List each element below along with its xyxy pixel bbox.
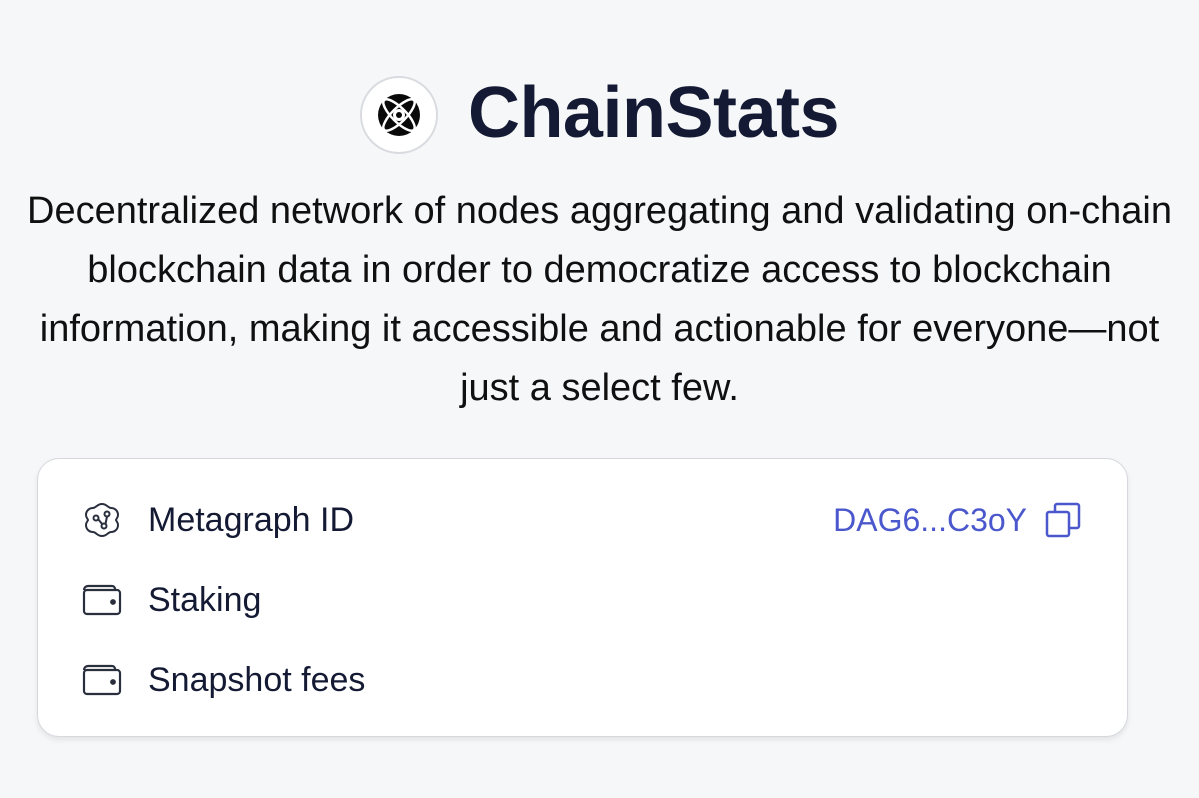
wallet-icon [80, 658, 124, 702]
row-snapshot-fees: Snapshot fees [80, 655, 1085, 705]
app-title: ChainStats [467, 73, 840, 153]
copy-icon[interactable] [1041, 498, 1085, 542]
row-label: Staking [148, 580, 262, 619]
row-staking: Staking [80, 575, 1085, 625]
wallet-icon [80, 578, 124, 622]
row-label: Snapshot fees [148, 660, 366, 699]
metagraph-icon [80, 498, 124, 542]
header: ChainStats [0, 70, 1199, 160]
metagraph-id-value[interactable]: DAG6...C3oY [833, 502, 1027, 539]
row-metagraph-id: Metagraph ID DAG6...C3oY [80, 495, 1085, 545]
chainstats-logo-icon [359, 76, 438, 154]
app-description: Decentralized network of nodes aggregati… [27, 190, 1172, 409]
row-label: Metagraph ID [148, 500, 354, 539]
info-card: Metagraph ID DAG6...C3oY Staking Snapsho… [37, 458, 1128, 737]
metagraph-id-value-group: DAG6...C3oY [833, 498, 1085, 542]
